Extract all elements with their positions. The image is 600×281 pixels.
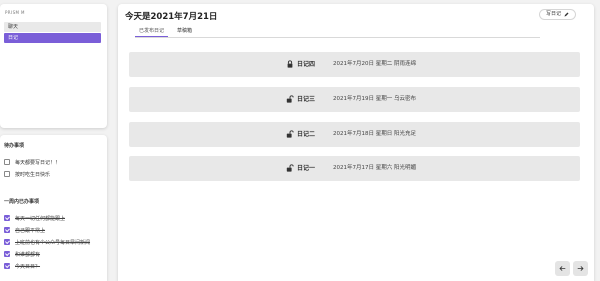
nav-item-diary[interactable]: 日记 xyxy=(4,33,101,43)
tab-drafts[interactable]: 草稿箱 xyxy=(173,27,196,36)
page-title: 今天是2021年7月21日 xyxy=(125,12,218,22)
write-diary-button[interactable]: 写日记 xyxy=(538,9,576,20)
checkbox-checked[interactable] xyxy=(4,251,10,257)
write-diary-label: 写日记 xyxy=(545,11,561,17)
todo-item-label: 按时吃生日快乐 xyxy=(15,171,51,178)
lock-icon xyxy=(287,60,293,68)
unlock-icon xyxy=(286,164,294,172)
done-item[interactable]: 每天一切任何都能跟上 xyxy=(4,214,65,222)
done-item[interactable]: 自己跟平常上 xyxy=(4,226,45,234)
diary-title: 日记三 xyxy=(297,96,316,103)
checkbox[interactable] xyxy=(4,171,10,177)
done-item-label: 上班前也有个公众号每日早间新闻 xyxy=(15,239,91,246)
next-page-button[interactable] xyxy=(573,261,588,276)
checkbox-checked[interactable] xyxy=(4,263,10,269)
diary-title: 日记一 xyxy=(297,165,316,172)
diary-entry[interactable]: 日记四 2021年7月20日 星期二 阴雨连绵 xyxy=(129,52,580,77)
diary-date: 2021年7月18日 星期日 阳光充足 xyxy=(333,131,416,137)
done-item[interactable]: 上班前也有个公众号每日早间新闻 xyxy=(4,238,90,246)
unlock-icon xyxy=(286,130,294,138)
pencil-icon xyxy=(564,12,569,17)
done-item-label: 和谁都都有 xyxy=(15,251,41,258)
checkbox-checked[interactable] xyxy=(4,215,10,221)
todo-item-label: 每天都要写日记！！ xyxy=(15,159,61,166)
todo-item[interactable]: 每天都要写日记！！ xyxy=(4,158,60,166)
done-item-label: 今天日日？ xyxy=(15,263,41,270)
checkbox[interactable] xyxy=(4,159,10,165)
arrow-right-icon xyxy=(577,266,584,271)
todo-section-title: 待办事项 xyxy=(4,143,25,149)
done-item[interactable]: 和谁都都有 xyxy=(4,250,40,258)
main-card: 今天是2021年7月21日 写日记 已发布日记 草稿箱 日记四 2021年7月2… xyxy=(118,4,594,281)
diary-title: 日记二 xyxy=(297,131,316,138)
tab-published[interactable]: 已发布日记 xyxy=(135,27,169,37)
arrow-left-icon xyxy=(559,266,566,271)
done-item[interactable]: 今天日日？ xyxy=(4,262,40,270)
done-item-label: 自己跟平常上 xyxy=(15,227,46,234)
diary-date: 2021年7月20日 星期二 阴雨连绵 xyxy=(333,61,416,67)
weekly-done-section-title: 一周内已办事项 xyxy=(4,199,40,205)
diary-date: 2021年7月19日 星期一 乌云密布 xyxy=(333,96,416,102)
todo-item[interactable]: 按时吃生日快乐 xyxy=(4,170,50,178)
diary-date: 2021年7月17日 星期六 阳光明媚 xyxy=(333,165,416,171)
diary-tabs: 已发布日记 草稿箱 xyxy=(135,27,540,38)
prev-page-button[interactable] xyxy=(555,261,570,276)
diary-entry[interactable]: 日记一 2021年7月17日 星期六 阳光明媚 xyxy=(129,156,580,181)
todo-card: 待办事项 每天都要写日记！！ 按时吃生日快乐 一周内已办事项 每天一切任何都能跟… xyxy=(0,135,107,281)
checkbox-checked[interactable] xyxy=(4,239,10,245)
sidebar-nav-card: PRISM M 聊天 日记 xyxy=(0,4,107,128)
diary-entry[interactable]: 日记三 2021年7月19日 星期一 乌云密布 xyxy=(129,87,580,112)
checkbox-checked[interactable] xyxy=(4,227,10,233)
diary-entry[interactable]: 日记二 2021年7月18日 星期日 阳光充足 xyxy=(129,122,580,147)
done-item-label: 每天一切任何都能跟上 xyxy=(15,215,66,222)
brand-label: PRISM M xyxy=(5,10,25,15)
unlock-icon xyxy=(286,95,294,103)
diary-title: 日记四 xyxy=(297,61,316,68)
nav-item-chat[interactable]: 聊天 xyxy=(4,22,101,32)
